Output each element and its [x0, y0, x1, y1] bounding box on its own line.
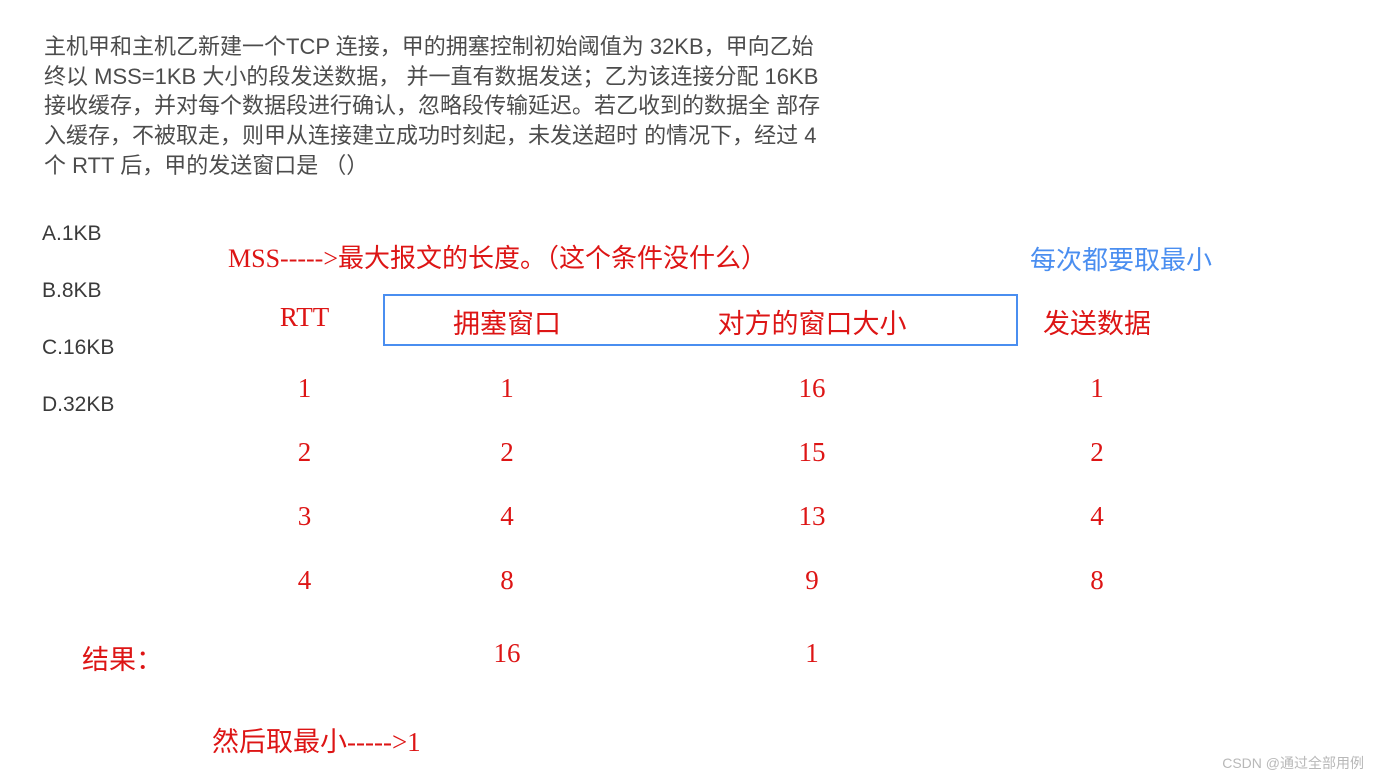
- option-c: C.16KB: [42, 336, 114, 360]
- table-row: 3 4 13 4: [222, 501, 1252, 532]
- option-b: B.8KB: [42, 279, 114, 303]
- cell: 2: [387, 437, 627, 468]
- cell: 9: [627, 565, 997, 596]
- result-row: 16 1: [222, 638, 1252, 669]
- cell: 15: [627, 437, 997, 468]
- cell: 2: [997, 437, 1197, 468]
- cell: 4: [387, 501, 627, 532]
- min-note: 每次都要取最小: [1030, 240, 1212, 277]
- cell: 4: [222, 565, 387, 596]
- header-cwnd: 拥塞窗口: [387, 302, 627, 341]
- mss-note: MSS----->最大报文的长度。（这个条件没什么）: [228, 238, 767, 275]
- cell: 4: [997, 501, 1197, 532]
- header-send: 发送数据: [997, 302, 1197, 341]
- cell: [997, 638, 1197, 669]
- cell: 8: [387, 565, 627, 596]
- cell: 1: [387, 373, 627, 404]
- question-text: 主机甲和主机乙新建一个TCP 连接，甲的拥塞控制初始阈值为 32KB，甲向乙始终…: [44, 32, 834, 180]
- cell: 2: [222, 437, 387, 468]
- header-rwnd: 对方的窗口大小: [627, 302, 997, 341]
- option-d: D.32KB: [42, 393, 114, 417]
- watermark: CSDN @通过全部用例: [1222, 753, 1364, 773]
- solution-table: RTT 拥塞窗口 对方的窗口大小 发送数据 1 1 16 1 2 2 15 2 …: [222, 302, 1252, 629]
- bottom-note: 然后取最小----->1: [212, 720, 421, 759]
- table-row: 4 8 9 8: [222, 565, 1252, 596]
- cell: 16: [627, 373, 997, 404]
- table-header-row: RTT 拥塞窗口 对方的窗口大小 发送数据: [222, 302, 1252, 341]
- table-row: 2 2 15 2: [222, 437, 1252, 468]
- options-list: A.1KB B.8KB C.16KB D.32KB: [42, 222, 114, 450]
- table-row: 1 1 16 1: [222, 373, 1252, 404]
- header-rtt: RTT: [222, 302, 387, 341]
- option-a: A.1KB: [42, 222, 114, 246]
- result-label: 结果：: [82, 638, 163, 677]
- cell: 1: [222, 373, 387, 404]
- cell: 1: [997, 373, 1197, 404]
- cell: 8: [997, 565, 1197, 596]
- cell: [222, 638, 387, 669]
- cell: 16: [387, 638, 627, 669]
- cell: 1: [627, 638, 997, 669]
- cell: 13: [627, 501, 997, 532]
- cell: 3: [222, 501, 387, 532]
